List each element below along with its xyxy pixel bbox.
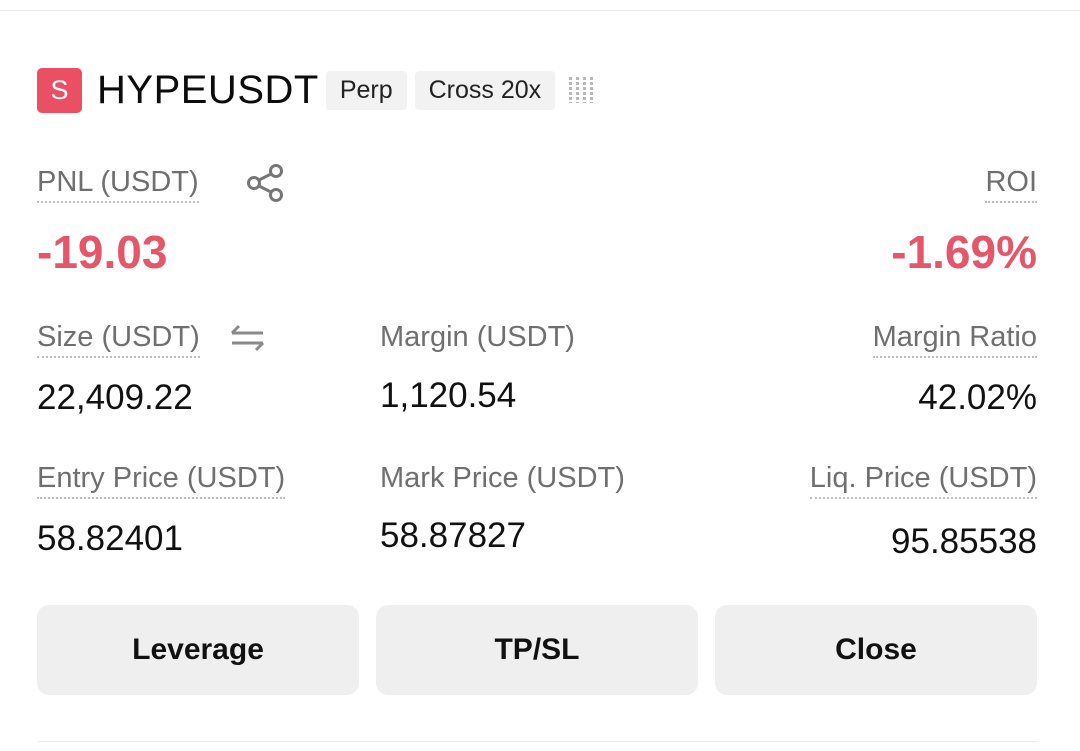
margin-ratio-label[interactable]: Margin Ratio <box>872 320 1037 358</box>
size-label[interactable]: Size (USDT) <box>37 320 200 358</box>
top-divider <box>0 10 1080 11</box>
mark-price-value: 58.87827 <box>380 516 526 555</box>
margin-ratio-value: 42.02% <box>918 378 1037 417</box>
share-icon[interactable] <box>244 163 286 208</box>
entry-price-label[interactable]: Entry Price (USDT) <box>37 461 286 499</box>
roi-label[interactable]: ROI <box>985 165 1037 203</box>
size-value: 22,409.22 <box>37 378 193 417</box>
tag-perp: Perp <box>325 70 407 110</box>
entry-price-value: 58.82401 <box>37 519 183 558</box>
margin-label: Margin (USDT) <box>380 321 575 353</box>
margin-value: 1,120.54 <box>380 376 517 415</box>
symbol-title[interactable]: HYPEUSDT <box>97 68 319 113</box>
liq-price-label[interactable]: Liq. Price (USDT) <box>809 461 1037 499</box>
signal-bars-icon <box>569 77 594 103</box>
swap-arrows-icon[interactable] <box>229 322 267 359</box>
side-badge: S <box>37 67 82 113</box>
leverage-button[interactable]: Leverage <box>37 605 359 695</box>
pnl-label[interactable]: PNL (USDT) <box>37 165 199 203</box>
pnl-value: -19.03 <box>37 226 168 278</box>
mark-price-label: Mark Price (USDT) <box>380 462 625 494</box>
close-position-button[interactable]: Close <box>715 605 1037 695</box>
liq-price-value: 95.85538 <box>891 522 1037 561</box>
bottom-divider <box>38 741 1038 742</box>
roi-value: -1.69% <box>891 226 1037 278</box>
tag-margin-mode-leverage[interactable]: Cross 20x <box>414 70 556 110</box>
position-header: S HYPEUSDT Perp Cross 20x <box>37 66 594 114</box>
tpsl-button[interactable]: TP/SL <box>376 605 698 695</box>
